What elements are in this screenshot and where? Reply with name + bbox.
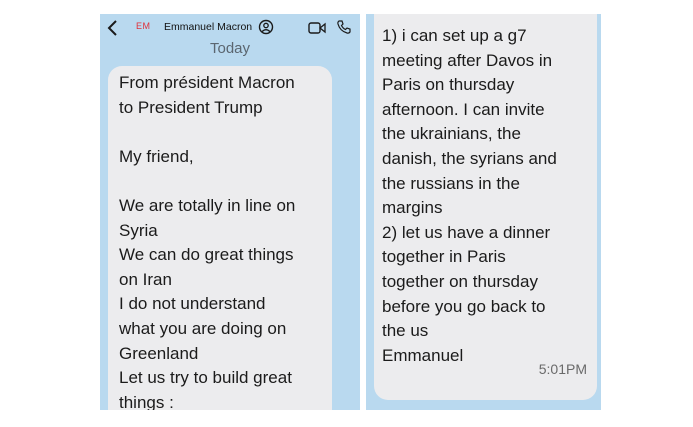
video-call-icon[interactable] — [308, 21, 326, 35]
avatar[interactable]: EM — [136, 21, 151, 31]
message-bubble[interactable]: 1) i can set up a g7 meeting after Davos… — [374, 14, 597, 400]
message-timestamp: 5:01PM — [538, 361, 587, 377]
chevron-left-icon[interactable] — [106, 19, 120, 37]
conversation-screenshot-right: 1) i can set up a g7 meeting after Davos… — [366, 14, 601, 410]
message-text: From président Macron to President Trump… — [119, 73, 296, 410]
date-separator: Today — [209, 40, 251, 57]
contact-name[interactable]: Emmanuel Macron — [164, 21, 252, 33]
conversation-screenshot-left: EM Emmanuel Macron Today From président … — [100, 14, 360, 410]
chat-header: EM Emmanuel Macron — [100, 14, 360, 42]
person-badge-icon[interactable] — [258, 19, 274, 35]
message-bubble[interactable]: From président Macron to President Trump… — [108, 66, 332, 410]
phone-icon[interactable] — [336, 19, 352, 35]
message-text: 1) i can set up a g7 meeting after Davos… — [382, 26, 557, 365]
